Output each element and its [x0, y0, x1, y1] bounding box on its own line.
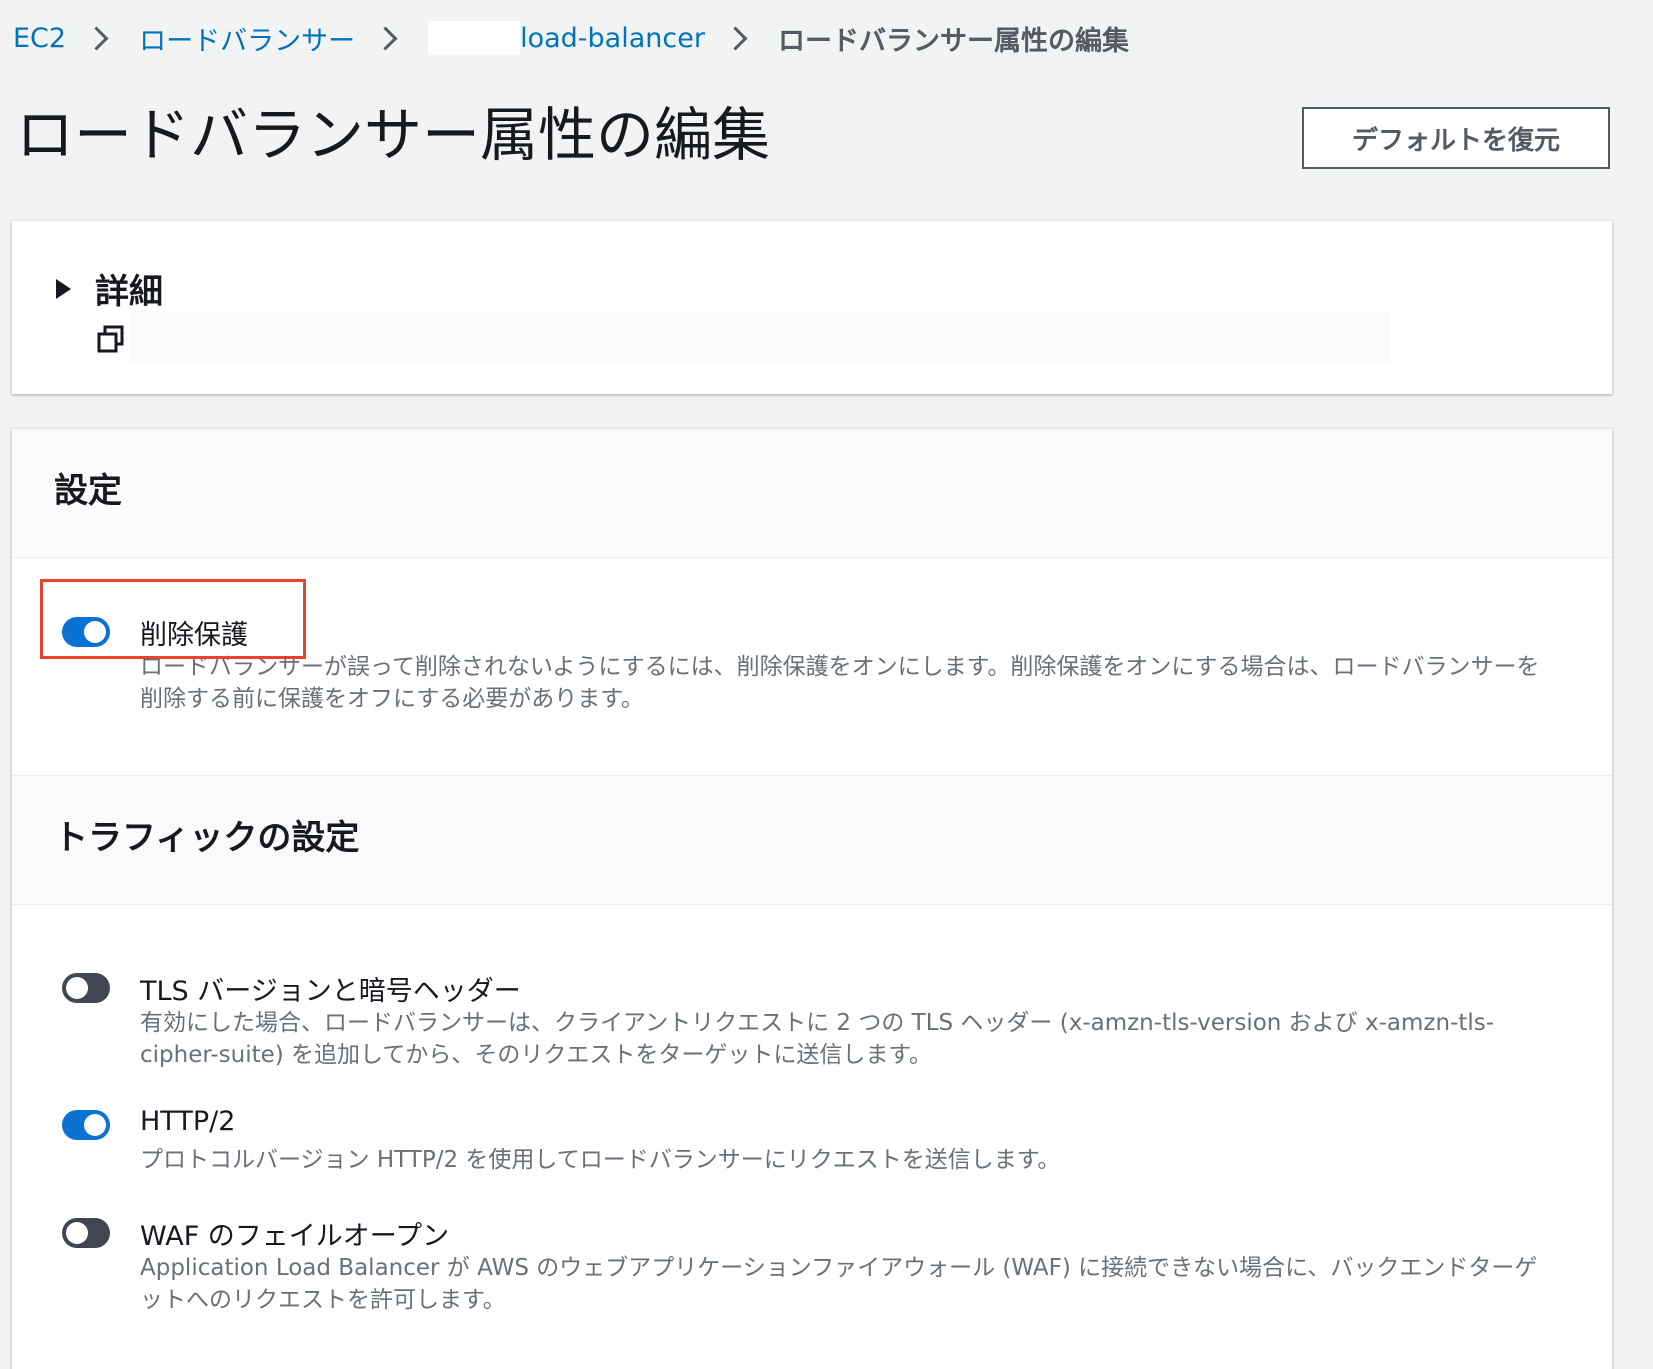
details-title: 詳細 [95, 272, 163, 312]
toggle-knob [84, 1114, 106, 1136]
copy-icon[interactable] [96, 324, 126, 354]
traffic-title: トラフィックの設定 [54, 818, 360, 858]
toggle-knob [66, 977, 88, 999]
waf-fail-open-description: Application Load Balancer が AWS のウェブアプリケ… [140, 1255, 1538, 1313]
settings-header: 設定 [12, 429, 1612, 558]
redacted-arn [130, 311, 1390, 363]
breadcrumb-current: ロードバランサー属性の編集 [777, 25, 1129, 57]
tls-headers-description: 有効にした場合、ロードバランサーは、クライアントリクエストに 2 つの TLS … [140, 1010, 1495, 1068]
http2-description: プロトコルバージョン HTTP/2 を使用してロードバランサーにリクエストを送信… [140, 1147, 1061, 1173]
tls-headers-label: TLS バージョンと暗号ヘッダー [140, 976, 521, 1007]
http2-label: HTTP/2 [140, 1106, 236, 1137]
breadcrumb-load-balancers-link[interactable]: ロードバランサー [139, 19, 355, 58]
settings-panel: 設定 削除保護 ロードバランサーが誤って削除されないようにするには、削除保護をオ… [12, 429, 1612, 1369]
breadcrumb: EC2 ロードバランサー load-balancer ロードバランサー属性の編集 [13, 18, 1129, 58]
redacted-name [428, 21, 521, 55]
http2-toggle[interactable] [62, 1110, 110, 1140]
details-panel: 詳細 [12, 221, 1612, 394]
breadcrumb-ec2-link[interactable]: EC2 [13, 23, 66, 54]
breadcrumb-load-balancer-link[interactable]: load-balancer [428, 21, 705, 55]
settings-title: 設定 [54, 471, 122, 511]
chevron-right-icon [84, 25, 109, 51]
page-title: ロードバランサー属性の編集 [16, 101, 771, 169]
chevron-right-icon [723, 25, 748, 51]
tls-headers-toggle[interactable] [62, 973, 110, 1003]
restore-defaults-button[interactable]: デフォルトを復元 [1302, 107, 1610, 169]
traffic-header: トラフィックの設定 [12, 775, 1612, 905]
toggle-knob [66, 1222, 88, 1244]
waf-fail-open-toggle[interactable] [62, 1218, 110, 1248]
breadcrumb-load-balancer-label: load-balancer [520, 22, 705, 54]
waf-fail-open-label: WAF のフェイルオープン [140, 1221, 450, 1252]
caret-right-icon [56, 278, 71, 299]
details-expander[interactable]: 詳細 [56, 264, 163, 313]
highlight-annotation [40, 579, 306, 659]
deletion-protection-description: ロードバランサーが誤って削除されないようにするには、削除保護をオンにします。削除… [140, 654, 1540, 712]
chevron-right-icon [373, 25, 398, 51]
